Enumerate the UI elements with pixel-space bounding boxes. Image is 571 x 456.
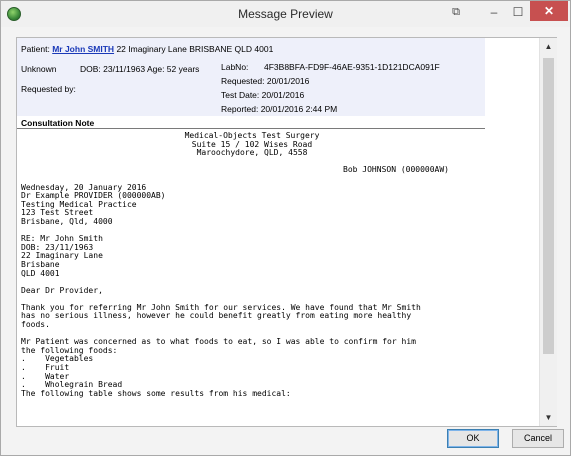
vertical-scrollbar[interactable]: ▲ ▼ [539, 38, 557, 426]
labno-label: LabNo: [221, 62, 249, 72]
message-content[interactable]: Patient: Mr John SMITH 22 Imaginary Lane… [16, 37, 557, 427]
patient-sex: Unknown [21, 64, 57, 74]
close-button[interactable]: ✕ [530, 1, 568, 21]
labno-value: 4F3B8BFA-FD9F-46AE-9351-1D121DCA091F [264, 62, 440, 72]
minimize-button[interactable]: – [482, 1, 506, 23]
restore-icon[interactable]: ⧉ [446, 1, 466, 23]
scroll-thumb[interactable] [543, 58, 554, 354]
consultation-note-heading: Consultation Note [21, 118, 95, 128]
patient-header: Patient: Mr John SMITH 22 Imaginary Lane… [17, 38, 485, 116]
patient-name-link[interactable]: Mr John SMITH [52, 44, 114, 54]
test-date: Test Date: 20/01/2016 [221, 90, 305, 100]
requested-by: Requested by: [21, 84, 76, 94]
scroll-down-arrow-icon[interactable]: ▼ [540, 409, 557, 426]
consultation-divider [17, 128, 485, 129]
ok-button[interactable]: OK [447, 429, 499, 448]
practice-suburb: Maroochydore, QLD, 4558 [196, 148, 308, 158]
message-preview-window: Message Preview ⧉ – ☐ ✕ Patient: Mr John… [0, 0, 571, 456]
patient-address: 22 Imaginary Lane BRISBANE QLD 4001 [116, 44, 274, 54]
note-body: Wednesday, 20 January 2016 Dr Example PR… [21, 182, 421, 398]
cancel-button[interactable]: Cancel [512, 429, 564, 448]
patient-row: Patient: Mr John SMITH 22 Imaginary Lane… [21, 44, 273, 54]
scroll-up-arrow-icon[interactable]: ▲ [540, 38, 557, 55]
patient-dob-age: DOB: 23/11/1963 Age: 52 years [80, 64, 200, 74]
title-bar: Message Preview ⧉ – ☐ ✕ [1, 1, 570, 27]
reported-date: Reported: 20/01/2016 2:44 PM [221, 104, 338, 114]
maximize-button[interactable]: ☐ [506, 1, 530, 23]
patient-label: Patient: [21, 44, 50, 54]
requested-date: Requested: 20/01/2016 [221, 76, 310, 86]
note-author: Bob JOHNSON (000000AW) [343, 165, 449, 175]
consultation-note-text: Medical-Objects Test Surgery Suite 15 / 1… [21, 132, 483, 422]
